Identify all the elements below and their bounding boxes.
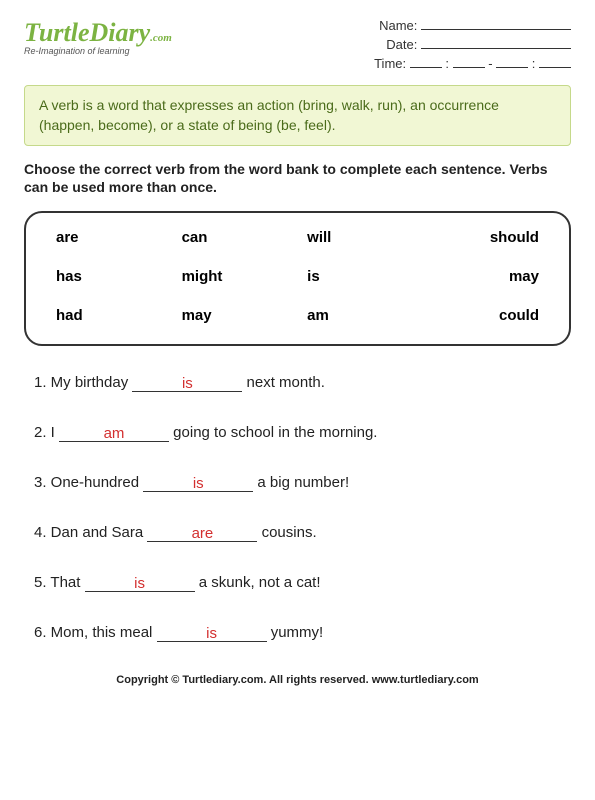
bank-word: can [182, 229, 288, 246]
answer-blank[interactable]: is [132, 374, 242, 392]
footer-copyright: Copyright © Turtlediary.com. All rights … [24, 674, 571, 686]
bank-row: are can will should [56, 229, 539, 246]
question-item: 3. One-hundred is a big number! [34, 474, 571, 492]
logo-block: TurtleDiary.com Re-Imagination of learni… [24, 18, 172, 56]
answer-blank[interactable]: is [143, 474, 253, 492]
answer-blank[interactable]: are [147, 524, 257, 542]
answer-blank[interactable]: is [85, 574, 195, 592]
question-item: 6. Mom, this meal is yummy! [34, 624, 571, 642]
question-item: 1. My birthday is next month. [34, 374, 571, 392]
instructions: Choose the correct verb from the word ba… [24, 160, 571, 196]
answer-text: is [134, 575, 145, 592]
brand-name: TurtleDiary [24, 18, 150, 47]
bank-word: should [433, 229, 539, 246]
question-item: 4. Dan and Sara are cousins. [34, 524, 571, 542]
time-h1[interactable] [410, 67, 442, 68]
answer-text: is [206, 625, 217, 642]
date-field[interactable] [421, 48, 571, 49]
bank-word: has [56, 268, 162, 285]
name-label: Name: [379, 18, 417, 33]
bank-word: are [56, 229, 162, 246]
bank-word: am [307, 307, 413, 324]
logo: TurtleDiary.com [24, 18, 172, 48]
time-h2[interactable] [496, 67, 528, 68]
time-m2[interactable] [539, 67, 571, 68]
answer-text: is [193, 475, 204, 492]
answer-blank[interactable]: am [59, 424, 169, 442]
word-bank: are can will should has might is may had… [24, 211, 571, 346]
time-m1[interactable] [453, 67, 485, 68]
student-meta: Name: Date: Time: : - : [374, 18, 571, 75]
bank-word: could [433, 307, 539, 324]
answer-text: am [104, 425, 125, 442]
bank-word: might [182, 268, 288, 285]
answer-blank[interactable]: is [157, 624, 267, 642]
bank-word: may [182, 307, 288, 324]
bank-word: is [307, 268, 413, 285]
answer-text: are [192, 525, 214, 542]
answer-text: is [182, 375, 193, 392]
question-item: 2. I am going to school in the morning. [34, 424, 571, 442]
question-item: 5. That is a skunk, not a cat! [34, 574, 571, 592]
bank-row: has might is may [56, 268, 539, 285]
date-label: Date: [386, 37, 417, 52]
name-field[interactable] [421, 29, 571, 30]
bank-word: may [433, 268, 539, 285]
bank-word: will [307, 229, 413, 246]
time-label: Time: [374, 56, 406, 71]
brand-suffix: .com [150, 32, 172, 44]
definition-box: A verb is a word that expresses an actio… [24, 85, 571, 146]
header: TurtleDiary.com Re-Imagination of learni… [24, 18, 571, 75]
bank-row: had may am could [56, 307, 539, 324]
bank-word: had [56, 307, 162, 324]
